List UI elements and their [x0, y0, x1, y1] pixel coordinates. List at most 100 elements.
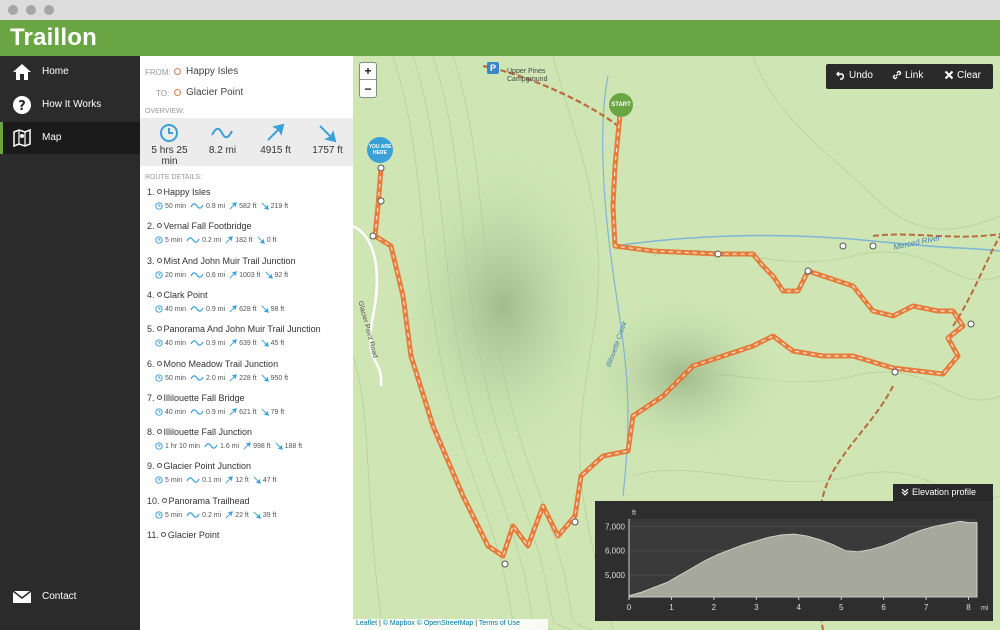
- stop-name: Mono Meadow Trail Junction: [163, 358, 279, 369]
- nav-item-contact[interactable]: Contact: [0, 581, 140, 613]
- route-stop-last[interactable]: 11. Glacier Point: [147, 530, 352, 542]
- route-stop[interactable]: 3. Mist And John Muir Trail Junction 20 mi…: [147, 256, 352, 285]
- waypoint-icon: [156, 394, 162, 400]
- waypoint-icon: [160, 532, 166, 537]
- stop-name: Happy Isles: [163, 187, 211, 197]
- stop-descent-value: 45 ft: [270, 340, 285, 348]
- nav-item-how-it-works[interactable]: ? How It Works: [0, 89, 140, 121]
- stop-ascent-value: 628 ft: [239, 305, 257, 313]
- map-attribution: Leaflet | © Mapbox © OpenStreetMap | Ter…: [353, 619, 548, 630]
- clock-icon: [155, 476, 163, 485]
- to-place[interactable]: Glacier Point: [186, 87, 243, 98]
- stop-ascent: 1003 ft: [229, 270, 261, 279]
- route-details-label: ROUTE DETAILS:: [145, 174, 203, 181]
- you-are-here-marker[interactable]: YOU ARE HERE: [367, 137, 393, 163]
- window-maximize-icon[interactable]: [44, 5, 54, 15]
- stop-descent-value: 188 ft: [284, 443, 303, 451]
- envelope-icon: [12, 590, 32, 603]
- window-close-icon[interactable]: [8, 5, 18, 15]
- stop-ascent-value: 182 ft: [235, 237, 253, 245]
- route-stop[interactable]: 8. Illilouette Fall Junction 1 hr 10 min 1.…: [147, 427, 352, 456]
- stop-time: 20 min: [155, 270, 187, 279]
- x-tick-label: 3: [754, 603, 759, 612]
- from-label: FROM:: [145, 68, 171, 77]
- stop-descent-value: 92 ft: [274, 271, 289, 279]
- waypoint-icon: [156, 463, 162, 469]
- waypoint-icon: [156, 291, 162, 297]
- osm-link[interactable]: © OpenStreetMap: [417, 620, 474, 627]
- nav-item-map[interactable]: Map: [0, 122, 140, 154]
- clock-icon: [155, 339, 163, 347]
- x-tick-label: 5: [839, 603, 844, 612]
- window-minimize-icon[interactable]: [26, 5, 36, 15]
- elevation-chart: 7,000 6,000 5,000 0 1 2 3 4 5 6 7 8 ft mi: [595, 501, 993, 621]
- route-stop[interactable]: 10. Panorama Trailhead 5 min 0.2 mi 22 ft 39 …: [147, 496, 352, 525]
- stop-ascent-value: 639 ft: [239, 340, 257, 348]
- route-stop[interactable]: 7. Illilouette Fall Bridge 40 min 0.9 mi 621…: [147, 393, 352, 422]
- stop-number: 4.: [147, 289, 155, 300]
- stop-distance: 0.8 mi: [190, 202, 225, 210]
- nav-item-home[interactable]: Home: [0, 56, 140, 88]
- stop-time-value: 1 hr 10 min: [165, 443, 201, 451]
- stop-distance: 0.9 mi: [190, 339, 225, 347]
- stop-descent-value: 47 ft: [262, 477, 277, 485]
- stop-time-value: 50 min: [165, 203, 187, 210]
- stop-time-value: 5 min: [165, 237, 183, 245]
- stop-time: 40 min: [155, 305, 186, 313]
- x-tick-label: 7: [924, 603, 929, 612]
- descent-arrow-icon: [261, 339, 269, 348]
- elevation-profile-toggle[interactable]: Elevation profile: [893, 484, 993, 501]
- stop-time-value: 50 min: [165, 374, 187, 382]
- question-icon: ?: [13, 96, 31, 114]
- clear-button[interactable]: Clear: [944, 70, 981, 81]
- distance-wave-icon: [190, 271, 204, 278]
- map-icon: [13, 128, 31, 148]
- distance-wave-icon: [190, 203, 204, 209]
- stop-time-value: 40 min: [165, 408, 187, 416]
- stop-time: 40 min: [155, 408, 186, 416]
- elevation-chart-svg: 7,000 6,000 5,000 0 1 2 3 4 5 6 7 8 ft mi: [605, 510, 989, 612]
- descent-arrow-icon: [319, 125, 337, 143]
- stop-descent: 79 ft: [261, 408, 284, 416]
- stop-descent: 47 ft: [253, 476, 277, 485]
- stop-name: Mist And John Muir Trail Junction: [163, 255, 296, 266]
- stop-time-value: 5 min: [165, 511, 183, 519]
- route-stop[interactable]: 9. Glacier Point Junction 5 min 0.1 mi 12 ft…: [147, 461, 352, 490]
- route-stop[interactable]: 2. Vernal Fall Footbridge 5 min 0.2 mi 182 f…: [147, 221, 352, 250]
- stop-ascent-value: 621 ft: [239, 408, 257, 416]
- distance-wave-icon: [190, 409, 204, 415]
- route-stop[interactable]: 6. Mono Meadow Trail Junction 50 min 2.0 mi…: [147, 359, 352, 388]
- terms-link[interactable]: Terms of Use: [479, 620, 520, 627]
- route-stop[interactable]: 1. Happy Isles 50 min 0.8 mi 582 ft 219 ft: [147, 187, 352, 216]
- stop-time-value: 20 min: [165, 271, 187, 279]
- route-panel: FROM: Happy Isles TO: Glacier Point OVER…: [140, 56, 353, 630]
- start-marker[interactable]: START: [609, 93, 633, 117]
- stop-number: 9.: [147, 461, 155, 472]
- stop-descent: 219 ft: [261, 202, 288, 210]
- leaflet-link[interactable]: Leaflet: [356, 620, 377, 627]
- stop-number: 8.: [147, 427, 155, 438]
- zoom-in-button[interactable]: +: [360, 63, 376, 80]
- app-logo[interactable]: Traillon: [10, 24, 97, 52]
- link-button[interactable]: Link: [892, 70, 923, 81]
- zoom-out-button[interactable]: −: [360, 81, 376, 98]
- route-stop[interactable]: 5. Panorama And John Muir Trail Junction 4…: [147, 324, 352, 353]
- clock-icon: [155, 236, 163, 244]
- chevron-down-icon: [901, 488, 909, 496]
- from-place[interactable]: Happy Isles: [186, 66, 238, 77]
- route-stop[interactable]: 4. Clark Point 40 min 0.9 mi 628 ft 98 ft: [147, 290, 352, 319]
- overview-ascent: 4915 ft: [249, 118, 302, 166]
- descent-arrow-icon: [261, 373, 269, 382]
- stop-time-value: 40 min: [165, 305, 187, 313]
- nav-label: Home: [42, 66, 69, 77]
- ascent-arrow-icon: [229, 407, 237, 416]
- window-titlebar: [0, 0, 1000, 20]
- map-view[interactable]: Upper Pines Campground P Merced River Il…: [353, 56, 1000, 630]
- clock-icon: [155, 202, 163, 210]
- mapbox-link[interactable]: © Mapbox: [383, 620, 415, 627]
- stop-time: 50 min: [155, 373, 187, 382]
- undo-button[interactable]: Undo: [836, 70, 873, 81]
- ascent-arrow-icon: [229, 305, 237, 313]
- undo-icon: [836, 71, 844, 80]
- stop-distance-value: 1.6 mi: [220, 443, 240, 451]
